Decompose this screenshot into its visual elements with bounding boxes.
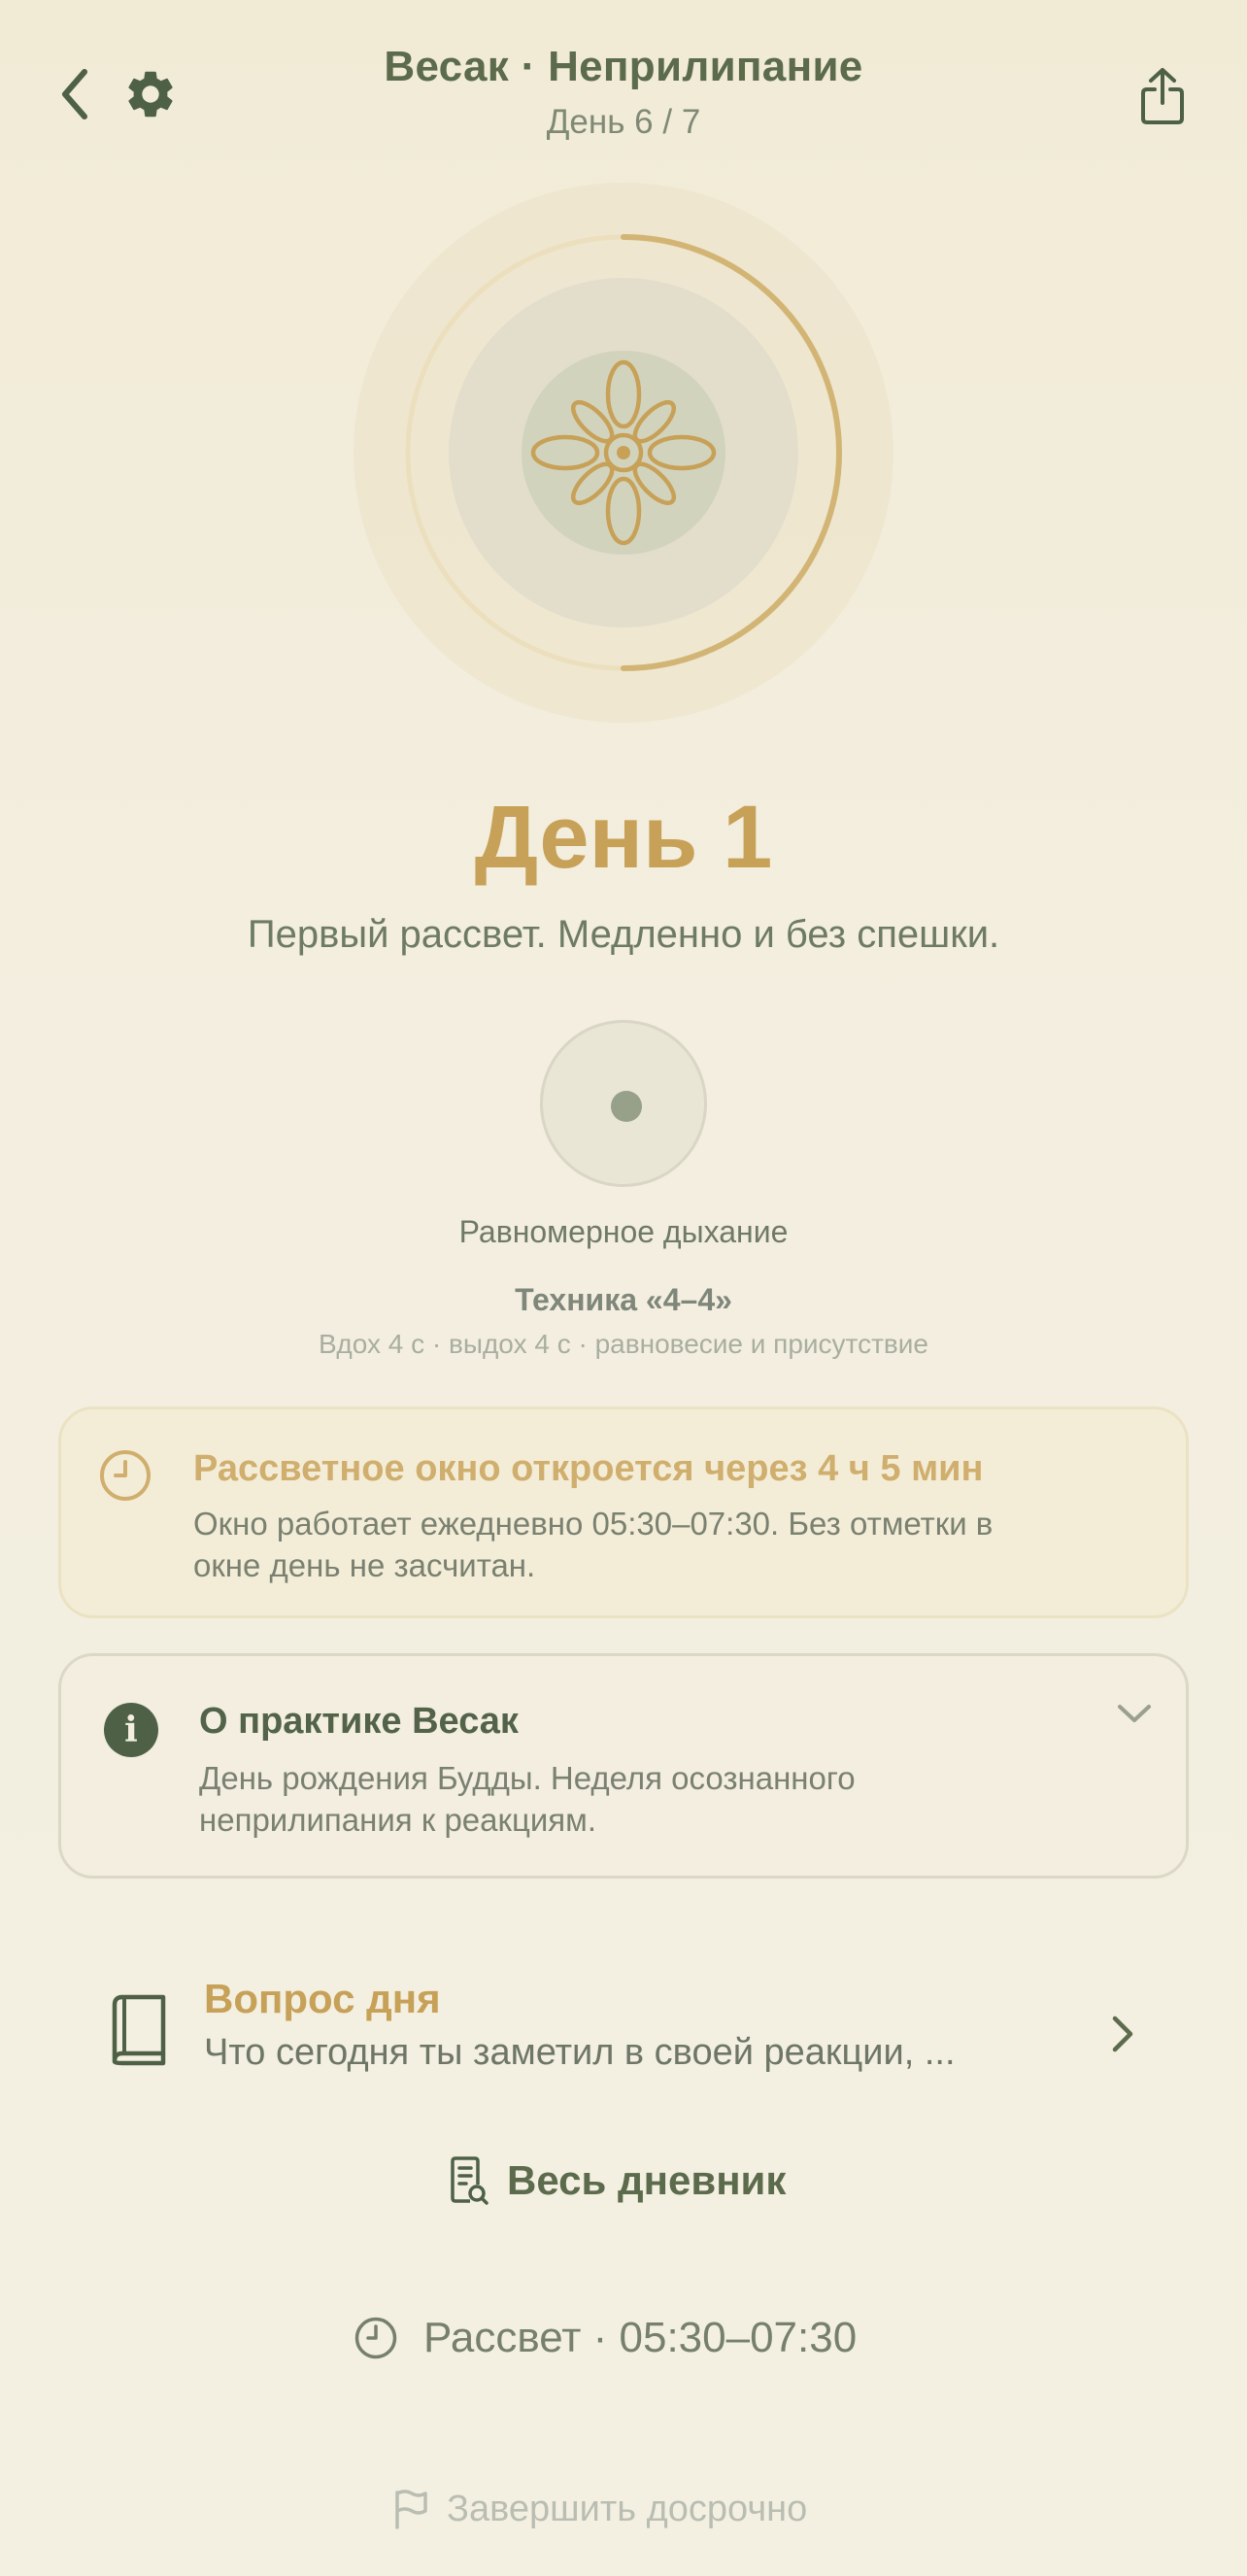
dawn-time-info: Рассвет · 05:30–07:30 (354, 2304, 897, 2372)
book-icon (111, 1993, 169, 2067)
page-title: Весак · Неприлипание (384, 43, 863, 90)
question-title: Вопрос дня (204, 1976, 441, 2021)
clock-icon (98, 1448, 152, 1503)
technique-description: Вдох 4 с · выдох 4 с · равновесие и прис… (319, 1329, 928, 1359)
dawn-window-card: Рассветное окно откроется через 4 ч 5 ми… (58, 1407, 1189, 1618)
share-button[interactable] (1132, 62, 1193, 130)
practice-info-title: О практике Весак (199, 1701, 519, 1742)
finish-early-button[interactable]: Завершить досрочно (392, 2475, 859, 2543)
dawn-window-text: Окно работает ежедневно 05:30–07:30. Без… (193, 1506, 994, 1583)
day-title: День 1 (474, 788, 773, 887)
technique-title: Техника «4–4» (515, 1282, 732, 1317)
practice-info-text: День рождения Будды. Неделя осознанного … (199, 1760, 856, 1838)
info-icon: i (104, 1703, 158, 1757)
journal-search-icon (451, 2156, 489, 2205)
breathing-label: Равномерное дыхание (458, 1214, 789, 1249)
breathing-indicator[interactable] (540, 1020, 707, 1187)
lotus-icon (526, 356, 721, 550)
breathing-dot (611, 1091, 642, 1122)
chevron-right-icon (1103, 2011, 1142, 2057)
full-diary-button[interactable]: Весь дневник (449, 2147, 798, 2215)
dawn-time-label: Рассвет · 05:30–07:30 (423, 2314, 858, 2361)
question-text: Что сегодня ты заметил в своей реакции, … (204, 2032, 956, 2073)
day-subtitle: Первый рассвет. Медленно и без спешки. (247, 913, 1000, 956)
finish-early-label: Завершить досрочно (447, 2488, 808, 2529)
flag-icon (395, 2490, 427, 2529)
question-of-day-row[interactable]: Вопрос дня Что сегодня ты заметил в свое… (93, 1952, 1171, 2098)
clock-icon (354, 2317, 397, 2359)
full-diary-label: Весь дневник (507, 2157, 787, 2203)
practice-info-card[interactable]: i О практике Весак День рождения Будды. … (58, 1653, 1189, 1879)
chevron-down-icon[interactable] (1110, 1689, 1159, 1738)
dawn-window-title: Рассветное окно откроется через 4 ч 5 ми… (193, 1448, 984, 1489)
share-icon (1141, 68, 1184, 124)
page-subtitle: День 6 / 7 (546, 103, 701, 141)
